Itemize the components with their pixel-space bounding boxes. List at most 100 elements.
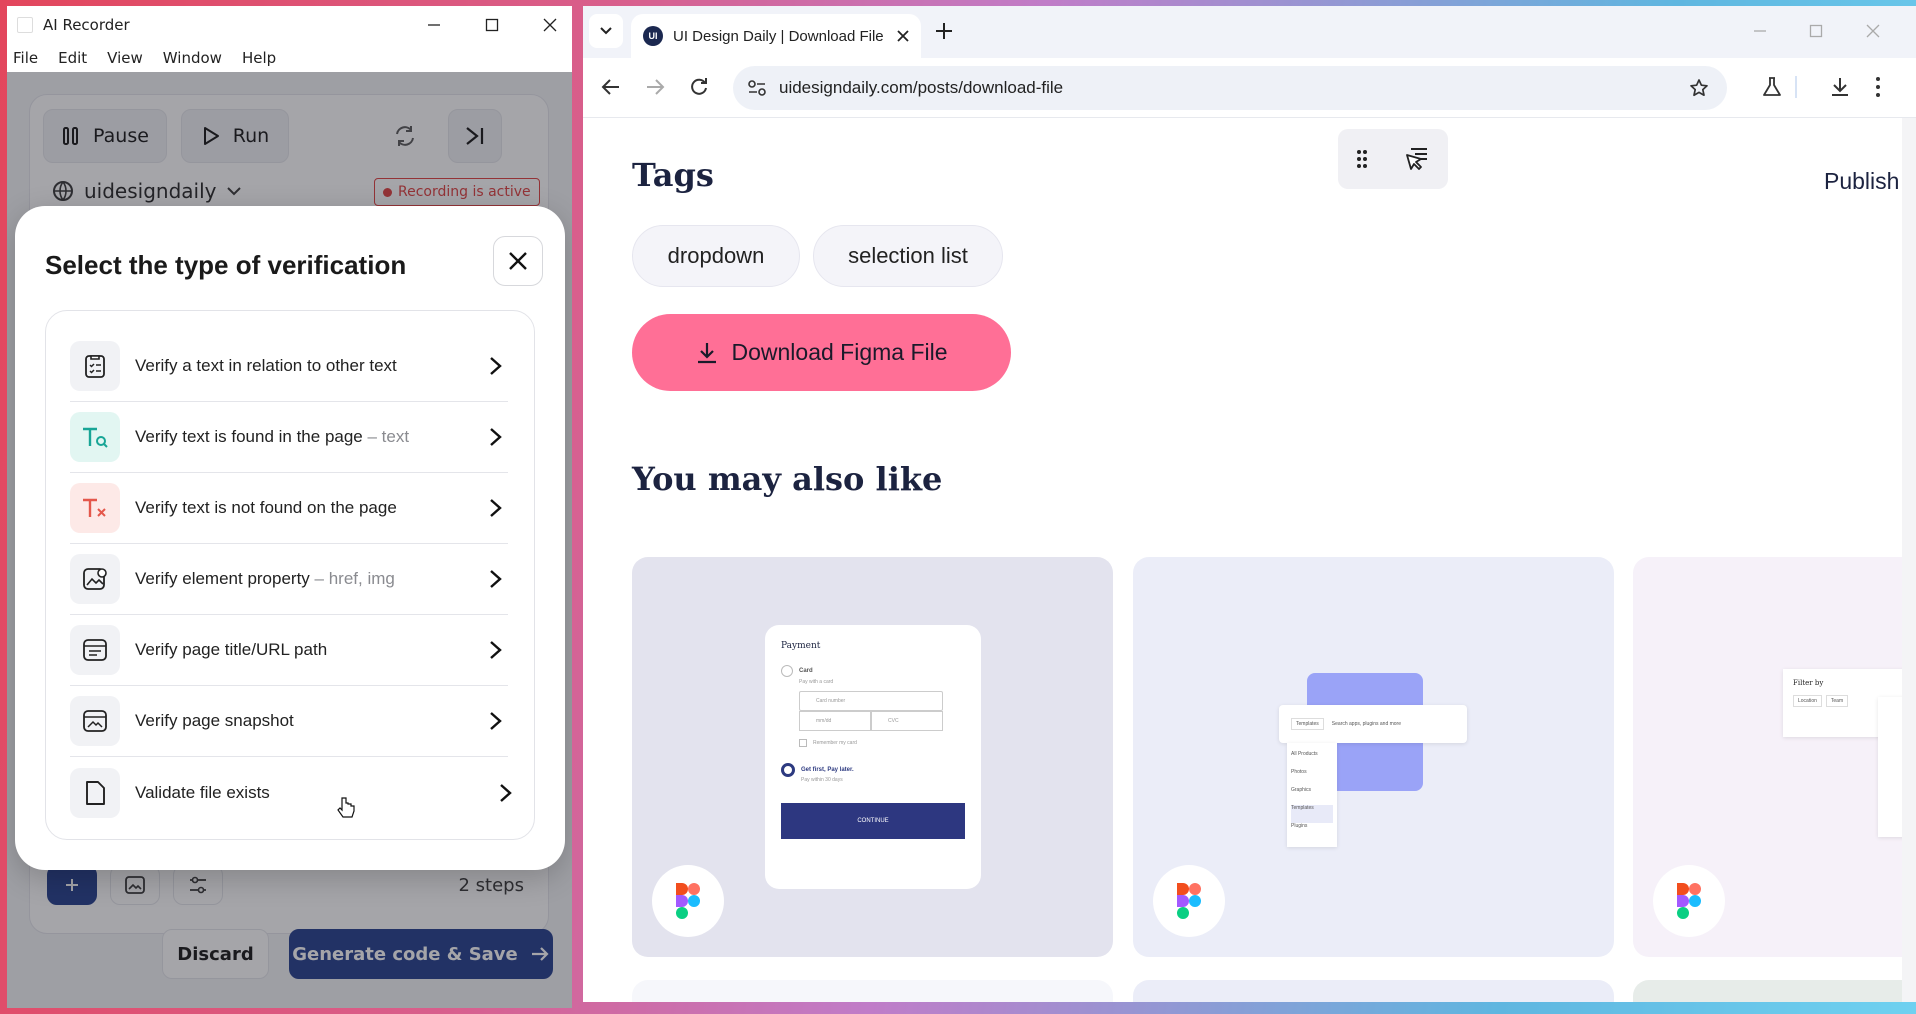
verify-page-snapshot-option[interactable]: Verify page snapshot — [70, 686, 508, 757]
site-info-icon[interactable] — [747, 79, 767, 97]
related-card[interactable] — [1133, 980, 1614, 1002]
floating-toolbar — [1338, 129, 1448, 189]
page-scrollbar[interactable] — [1902, 118, 1916, 1002]
figma-logo-icon — [1153, 865, 1225, 937]
preview-field: mm/dd — [799, 711, 871, 731]
payment-preview: Payment Card Pay with a card Card number… — [765, 625, 981, 889]
recorder-window: AI Recorder File Edit View Window Help P… — [7, 6, 572, 1008]
address-bar-row: uidesigndaily.com/posts/download-file — [583, 58, 1916, 118]
menu-file[interactable]: File — [13, 49, 38, 67]
downloads-button[interactable] — [1829, 76, 1851, 98]
chevron-right-icon — [484, 356, 508, 376]
tab-title: UI Design Daily | Download File — [673, 27, 884, 45]
related-card-filter[interactable]: Filter by Location Team — [1633, 557, 1916, 957]
figma-logo-icon — [652, 865, 724, 937]
preview-text: Remember my card — [813, 740, 857, 746]
browser-close-button[interactable] — [1866, 24, 1880, 38]
related-card-search[interactable]: Templates Search apps, plugins and more … — [1133, 557, 1614, 957]
related-card-payment[interactable]: Payment Card Pay with a card Card number… — [632, 557, 1113, 957]
arrow-right-icon — [647, 79, 665, 95]
preview-text: Plugins — [1291, 823, 1308, 829]
verify-text-relation-option[interactable]: Verify a text in relation to other text — [70, 331, 508, 402]
related-card[interactable] — [632, 980, 1113, 1002]
preview-text: Pay within 30 days — [801, 777, 843, 783]
publish-link[interactable]: Publish — [1824, 168, 1899, 195]
download-label: Download Figma File — [731, 339, 948, 365]
browser-maximize-button[interactable] — [1809, 24, 1823, 38]
preview-text: All Products — [1291, 751, 1318, 757]
menu-help[interactable]: Help — [242, 49, 276, 67]
close-window-button[interactable] — [521, 6, 572, 44]
download-icon — [698, 342, 717, 363]
recorder-title: AI Recorder — [43, 16, 130, 34]
option-label: Validate file exists — [135, 782, 270, 802]
tag-chip[interactable]: dropdown — [632, 225, 800, 287]
address-bar[interactable]: uidesigndaily.com/posts/download-file — [733, 66, 1727, 110]
web-page: Tags Publish dropdown selection list Dow… — [583, 118, 1916, 1002]
download-figma-button[interactable]: Download Figma File — [632, 314, 1011, 391]
chevron-right-icon — [484, 569, 508, 589]
image-edit-icon — [70, 554, 120, 604]
forward-button[interactable] — [645, 78, 665, 96]
verification-list: Verify a text in relation to other text … — [45, 310, 535, 840]
chevron-right-icon — [484, 498, 508, 518]
menu-edit[interactable]: Edit — [58, 49, 87, 67]
browser-window-icon — [70, 625, 120, 675]
favicon: UI — [643, 26, 663, 46]
maximize-button[interactable] — [463, 6, 521, 44]
preview-card-option: Card — [799, 668, 813, 674]
new-tab-button[interactable] — [933, 20, 955, 42]
reload-icon — [691, 78, 707, 95]
text-search-icon — [70, 412, 120, 462]
preview-field: CVC — [871, 711, 943, 731]
preview-text: Search apps, plugins and more — [1331, 721, 1402, 727]
related-card[interactable] — [1633, 980, 1916, 1002]
browser-minimize-button[interactable] — [1753, 24, 1767, 38]
preview-text: Graphics — [1291, 787, 1312, 793]
preview-button: CONTINUE — [781, 803, 965, 839]
preview-menu: All Products Photos Graphics Templates P… — [1287, 743, 1337, 847]
menu-view[interactable]: View — [107, 49, 143, 67]
browser-tab[interactable]: UI UI Design Daily | Download File — [631, 14, 921, 58]
verify-element-property-option[interactable]: Verify element property – href, img — [70, 544, 508, 615]
labs-button[interactable] — [1761, 76, 1783, 98]
chevron-down-icon — [600, 27, 612, 35]
verify-page-title-option[interactable]: Verify page title/URL path — [70, 615, 508, 686]
modal-close-button[interactable] — [493, 236, 543, 286]
tag-chip[interactable]: selection list — [813, 225, 1003, 287]
option-label: Verify page snapshot — [135, 711, 294, 730]
verify-text-found-option[interactable]: Verify text is found in the page – text — [70, 402, 508, 473]
browser-menu-button[interactable] — [1875, 76, 1881, 98]
minimize-button[interactable] — [405, 6, 463, 44]
reload-button[interactable] — [689, 76, 709, 96]
verification-modal: Select the type of verification Verify a… — [15, 206, 565, 870]
option-label: Verify text is found in the page — [135, 427, 363, 446]
star-icon[interactable] — [1689, 78, 1709, 98]
chevron-right-icon — [484, 640, 508, 660]
tab-close-icon[interactable] — [897, 30, 909, 42]
drag-handle-icon[interactable] — [1356, 149, 1368, 169]
hand-cursor-icon — [337, 797, 355, 818]
related-heading: You may also like — [632, 460, 943, 498]
figma-logo-icon — [1653, 865, 1725, 937]
menu-window[interactable]: Window — [163, 49, 222, 67]
preview-text: Get first, Pay later. — [801, 767, 854, 773]
option-label: Verify page title/URL path — [135, 640, 328, 659]
text-remove-icon — [70, 483, 120, 533]
select-element-icon[interactable] — [1403, 145, 1431, 173]
preview-field: Card number — [799, 691, 943, 711]
browser-window: UI UI Design Daily | Download File uides… — [583, 6, 1916, 1002]
chevron-right-icon — [484, 427, 508, 447]
arrow-left-icon — [601, 79, 619, 95]
checklist-icon — [70, 341, 120, 391]
recorder-menubar: File Edit View Window Help — [7, 44, 572, 72]
tags-heading: Tags — [632, 156, 714, 194]
download-icon — [1832, 78, 1848, 96]
verify-text-not-found-option[interactable]: Verify text is not found on the page — [70, 473, 508, 544]
tab-search-button[interactable] — [589, 14, 623, 48]
preview-text: Team — [1825, 695, 1849, 707]
tab-strip: UI UI Design Daily | Download File — [583, 6, 1916, 58]
app-icon — [17, 17, 33, 33]
back-button[interactable] — [601, 78, 621, 96]
validate-file-exists-option[interactable]: Validate file exists — [70, 757, 518, 828]
